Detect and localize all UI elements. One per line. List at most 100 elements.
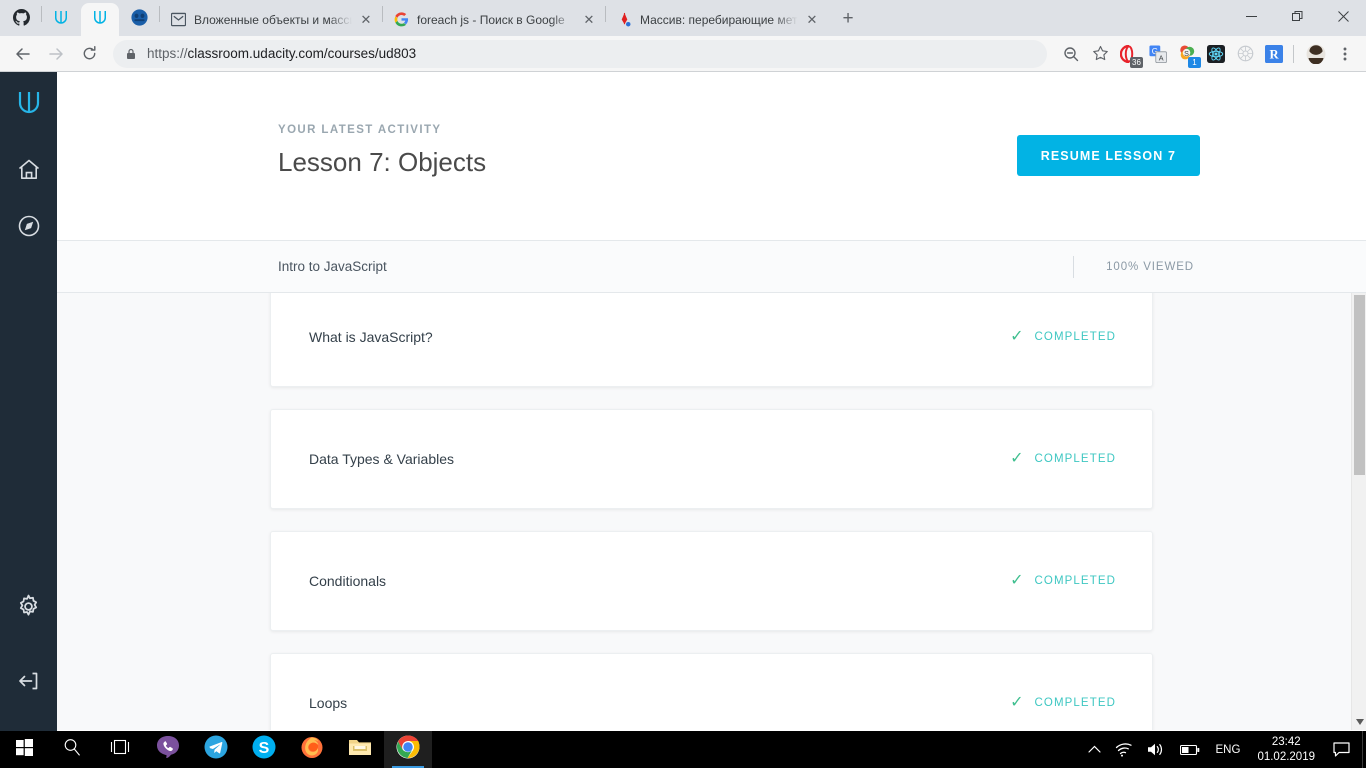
start-button[interactable]: [0, 731, 48, 768]
gmail-m-icon: [170, 12, 186, 28]
udacity-sidebar: [0, 72, 57, 731]
status-badge: ✓ COMPLETED: [1010, 451, 1116, 467]
status-label: COMPLETED: [1034, 453, 1116, 465]
close-button[interactable]: [1320, 0, 1366, 32]
skype-extension[interactable]: S 1: [1174, 41, 1201, 68]
search-button[interactable]: [48, 731, 96, 768]
resume-lesson-button[interactable]: RESUME LESSON 7: [1016, 135, 1200, 176]
udacity-icon: [91, 8, 109, 31]
udacity-pinned-tab[interactable]: [42, 3, 80, 36]
close-icon[interactable]: ✕: [581, 12, 597, 28]
file-explorer-taskbar-item[interactable]: [336, 731, 384, 768]
google-g-icon: [393, 12, 409, 28]
tab-title: Массив: перебирающие методы: [640, 12, 798, 27]
task-view-icon: [109, 739, 131, 760]
javascript-ru-icon: [616, 12, 632, 28]
profile-avatar[interactable]: [1303, 41, 1329, 67]
address-bar[interactable]: https://classroom.udacity.com/courses/ud…: [113, 39, 1047, 68]
lesson-card[interactable]: What is JavaScript? ✓ COMPLETED: [270, 293, 1153, 387]
task-view-button[interactable]: [96, 731, 144, 768]
svg-text:S: S: [259, 740, 270, 757]
chrome-taskbar-item[interactable]: [384, 731, 432, 768]
reload-button[interactable]: [74, 39, 104, 69]
scroll-down-arrow[interactable]: [1352, 714, 1366, 730]
logout-icon: [16, 668, 42, 699]
lesson-card[interactable]: Data Types & Variables ✓ COMPLETED: [270, 409, 1153, 509]
r-extension[interactable]: R: [1261, 41, 1287, 67]
lesson-title: Data Types & Variables: [309, 451, 455, 467]
react-devtools-extension[interactable]: [1203, 41, 1229, 67]
telegram-icon: [204, 735, 228, 764]
course-title[interactable]: Intro to JavaScript: [278, 259, 387, 274]
subbar-divider: [1073, 255, 1075, 278]
chrome-menu-button[interactable]: [1332, 41, 1358, 67]
firefox-icon: [300, 735, 324, 764]
clock[interactable]: 23:42 01.02.2019: [1249, 735, 1323, 765]
bookmark-star-icon[interactable]: [1087, 41, 1113, 67]
viber-taskbar-item[interactable]: [144, 731, 192, 768]
telegram-taskbar-item[interactable]: [192, 731, 240, 768]
tab-google-search[interactable]: foreach js - Поиск в Google ✕: [383, 3, 605, 36]
svg-text:A: A: [1159, 53, 1164, 62]
tab-title: foreach js - Поиск в Google: [417, 12, 565, 27]
language-indicator[interactable]: ENG: [1207, 744, 1250, 756]
toolbar-icons: 36 GA S 1 R: [1055, 41, 1358, 68]
github-pinned-tab[interactable]: [2, 3, 40, 36]
sidebar-item-settings[interactable]: [7, 587, 51, 631]
minimize-button[interactable]: [1228, 0, 1274, 32]
folder-icon: [348, 736, 372, 763]
course-subbar: Intro to JavaScript 100% VIEWED: [57, 240, 1366, 293]
google-translate-extension[interactable]: GA: [1145, 41, 1171, 67]
zoom-out-icon[interactable]: [1058, 41, 1084, 67]
extension-badge: 36: [1130, 56, 1143, 68]
vertical-scrollbar[interactable]: [1351, 293, 1366, 730]
github-icon: [12, 8, 30, 31]
back-button[interactable]: [8, 39, 38, 69]
sidebar-item-home[interactable]: [7, 150, 51, 194]
udacity-pinned-tab-active[interactable]: [81, 3, 119, 36]
skype-taskbar-item[interactable]: S: [240, 731, 288, 768]
volume-icon[interactable]: [1140, 742, 1173, 757]
status-label: COMPLETED: [1034, 575, 1116, 587]
lesson-list-scroll-area: What is JavaScript? ✓ COMPLETED Data Typ…: [57, 293, 1366, 730]
tab-array-methods[interactable]: Массив: перебирающие методы ✕: [606, 3, 828, 36]
sidebar-item-logout[interactable]: [7, 661, 51, 705]
page-content: YOUR LATEST ACTIVITY Lesson 7: Objects R…: [0, 72, 1366, 731]
lesson-title: Loops: [309, 695, 348, 711]
udacity-logo[interactable]: [13, 87, 45, 124]
blue-face-pinned-tab[interactable]: [120, 3, 158, 36]
lesson-card[interactable]: Conditionals ✓ COMPLETED: [270, 531, 1153, 631]
lesson-card[interactable]: Loops ✓ COMPLETED: [270, 653, 1153, 730]
skype-icon: S: [252, 735, 276, 764]
status-badge: ✓ COMPLETED: [1010, 695, 1116, 711]
restore-button[interactable]: [1274, 0, 1320, 32]
close-icon[interactable]: ✕: [358, 12, 374, 28]
lesson-list: What is JavaScript? ✓ COMPLETED Data Typ…: [57, 293, 1366, 730]
clock-date: 01.02.2019: [1257, 750, 1315, 763]
wifi-icon[interactable]: [1108, 742, 1140, 757]
firefox-taskbar-item[interactable]: [288, 731, 336, 768]
blue-circle-icon: [130, 8, 148, 31]
battery-icon[interactable]: [1173, 744, 1207, 756]
url-host-path: classroom.udacity.com/courses/ud803: [187, 46, 417, 61]
forward-button[interactable]: [41, 39, 71, 69]
progress-viewed: 100% VIEWED: [1106, 260, 1194, 273]
wheel-extension[interactable]: [1232, 41, 1258, 67]
extension-badge: 1: [1188, 56, 1201, 68]
windows-icon: [15, 738, 33, 761]
close-icon[interactable]: ✕: [804, 12, 820, 28]
show-hidden-icons-button[interactable]: [1081, 745, 1108, 754]
notifications-button[interactable]: [1323, 742, 1362, 757]
sidebar-item-explore[interactable]: [7, 206, 51, 250]
new-tab-button[interactable]: +: [834, 5, 862, 33]
gear-icon: [15, 593, 42, 625]
scrollbar-thumb[interactable]: [1354, 295, 1365, 475]
system-tray: ENG 23:42 01.02.2019: [1081, 731, 1366, 768]
lesson-title: Conditionals: [309, 573, 387, 589]
show-desktop-button[interactable]: [1362, 731, 1366, 768]
viber-icon: [156, 735, 180, 764]
opera-vpn-extension[interactable]: 36: [1116, 41, 1143, 68]
tab-nested-objects[interactable]: Вложенные объекты и массивы ✕: [160, 3, 382, 36]
compass-icon: [16, 213, 42, 244]
status-label: COMPLETED: [1034, 331, 1116, 343]
